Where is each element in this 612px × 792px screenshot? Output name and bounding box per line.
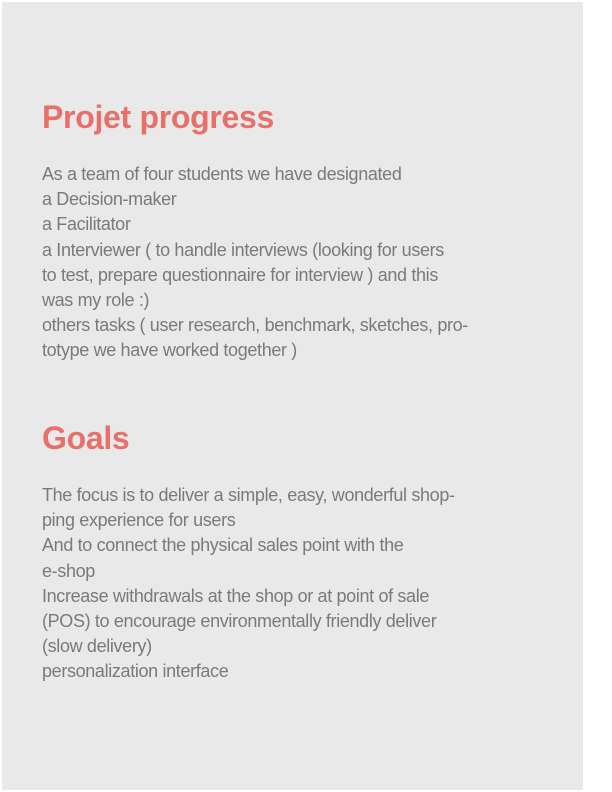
text-line: a Interviewer ( to handle interviews (lo… — [42, 239, 444, 260]
text-line: And to connect the physical sales point … — [42, 535, 404, 556]
text-line: (slow delivery) — [42, 636, 152, 657]
text-line: As a team of four students we have desig… — [42, 164, 402, 184]
text-line: personalization interface — [42, 661, 229, 682]
text-line: a Decision-maker — [42, 189, 177, 210]
project-progress-text: As a team of four students we have desig… — [42, 162, 532, 364]
text-line: Increase withdrawals at the shop or at p… — [42, 585, 430, 606]
document-page: Projet progress As a team of four studen… — [2, 2, 583, 790]
text-line: was my role :) — [42, 290, 150, 311]
text-line: (POS) to encourage environmentally frien… — [42, 611, 437, 632]
text-line: to test, prepare questionnaire for inter… — [42, 264, 438, 285]
section-title-goals: Goals — [42, 420, 130, 456]
text-line: The focus is to deliver a simple, easy, … — [42, 485, 455, 505]
text-line: others tasks ( user research, benchmark,… — [42, 315, 468, 336]
text-line: e-shop — [42, 560, 95, 581]
section-title-project-progress: Projet progress — [42, 99, 275, 135]
goals-text: The focus is to deliver a simple, easy, … — [42, 483, 532, 685]
text-line: ping experience for users — [42, 510, 236, 531]
text-line: a Facilitator — [42, 214, 131, 235]
text-line: totype we have worked together ) — [42, 340, 297, 361]
